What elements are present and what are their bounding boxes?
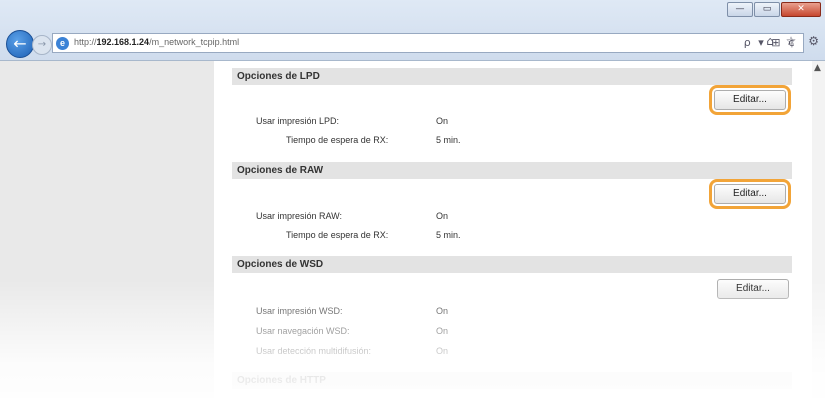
raw-print-label: Usar impresión RAW: bbox=[256, 211, 343, 221]
raw-print-value: On bbox=[436, 211, 449, 221]
ie-page-icon: e bbox=[56, 37, 69, 50]
lpd-print-label: Usar impresión LPD: bbox=[256, 116, 340, 126]
toolbar-icons[interactable]: ⌂ ☆ ⚙ bbox=[766, 34, 823, 48]
wsd-browse-value: On bbox=[436, 326, 449, 336]
back-button[interactable]: ← bbox=[6, 30, 34, 58]
wsd-print-label: Usar impresión WSD: bbox=[256, 306, 343, 316]
navigation-row: ← → e http://192.168.1.24/m_network_tcpi… bbox=[0, 30, 825, 58]
forward-button[interactable]: → bbox=[32, 35, 52, 55]
section-header-lpd: Opciones de LPD bbox=[232, 68, 792, 85]
edit-wsd-button[interactable]: Editar... bbox=[717, 279, 789, 299]
window-controls: — ▭ ✕ bbox=[727, 2, 821, 17]
browser-chrome: — ▭ ✕ ← → e http://192.168.1.24/m_networ… bbox=[0, 0, 825, 61]
minimize-button[interactable]: — bbox=[727, 2, 753, 17]
wsd-multicast-value: On bbox=[436, 346, 449, 356]
vertical-scrollbar[interactable]: ▲ bbox=[811, 61, 825, 398]
raw-timeout-value: 5 min. bbox=[436, 230, 461, 240]
left-gutter bbox=[0, 61, 214, 398]
raw-timeout-label: Tiempo de espera de RX: bbox=[286, 230, 389, 240]
url-host: 192.168.1.24 bbox=[96, 37, 150, 47]
url-text[interactable]: http://192.168.1.24/m_network_tcpip.html bbox=[74, 37, 239, 47]
lpd-print-value: On bbox=[436, 116, 449, 126]
wsd-browse-label: Usar navegación WSD: bbox=[256, 326, 350, 336]
settings-content: Opciones de LPD Editar... Usar impresión… bbox=[214, 61, 812, 398]
maximize-button[interactable]: ▭ bbox=[754, 2, 780, 17]
close-window-button[interactable]: ✕ bbox=[781, 2, 821, 17]
address-bar[interactable]: e http://192.168.1.24/m_network_tcpip.ht… bbox=[52, 33, 804, 53]
url-prefix: http:// bbox=[74, 37, 97, 47]
section-header-raw: Opciones de RAW bbox=[232, 162, 792, 179]
lpd-timeout-label: Tiempo de espera de RX: bbox=[286, 135, 389, 145]
edit-lpd-button[interactable]: Editar... bbox=[709, 85, 791, 115]
lpd-timeout-value: 5 min. bbox=[436, 135, 461, 145]
scroll-up-icon[interactable]: ▲ bbox=[814, 63, 821, 73]
wsd-print-value: On bbox=[436, 306, 449, 316]
section-header-wsd: Opciones de WSD bbox=[232, 256, 792, 273]
edit-raw-button[interactable]: Editar... bbox=[709, 179, 791, 209]
wsd-multicast-label: Usar detección multidifusión: bbox=[256, 346, 372, 356]
url-path: /m_network_tcpip.html bbox=[149, 37, 240, 47]
section-header-http: Opciones de HTTP bbox=[232, 372, 792, 389]
